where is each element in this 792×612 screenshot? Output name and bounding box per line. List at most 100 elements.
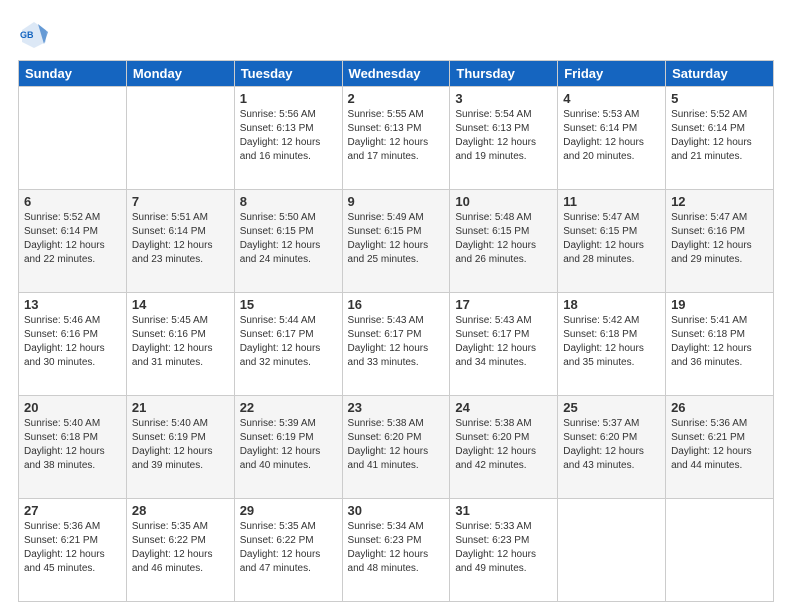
day-info: Sunrise: 5:38 AM Sunset: 6:20 PM Dayligh… — [455, 417, 552, 473]
day-number: 11 — [563, 194, 660, 209]
day-number: 25 — [563, 400, 660, 415]
day-number: 5 — [671, 91, 768, 106]
calendar-week-4: 20Sunrise: 5:40 AM Sunset: 6:18 PM Dayli… — [19, 396, 774, 499]
logo: GB — [18, 18, 54, 50]
calendar-cell: 27 Sunrise: 5:36 AM Sunset: 6:21 PM Dayli… — [19, 499, 127, 602]
day-number: 14 — [132, 297, 229, 312]
day-number: 16 — [348, 297, 445, 312]
day-info: Sunrise: 5:36 AM Sunset: 6:21 PM Dayligh… — [24, 520, 121, 576]
day-info: Sunrise: 5:47 AM Sunset: 6:16 PM Dayligh… — [671, 211, 768, 267]
calendar-cell: 24 Sunrise: 5:38 AM Sunset: 6:20 PM Dayli… — [450, 396, 558, 499]
day-number: 8 — [240, 194, 337, 209]
day-number: 1 — [240, 91, 337, 106]
calendar-cell: 28 Sunrise: 5:35 AM Sunset: 6:22 PM Dayli… — [126, 499, 234, 602]
day-number: 23 — [348, 400, 445, 415]
weekday-header-thursday: Thursday — [450, 61, 558, 87]
weekday-header-saturday: Saturday — [666, 61, 774, 87]
day-number: 7 — [132, 194, 229, 209]
day-info: Sunrise: 5:44 AM Sunset: 6:17 PM Dayligh… — [240, 314, 337, 370]
day-number: 10 — [455, 194, 552, 209]
day-number: 4 — [563, 91, 660, 106]
weekday-header-wednesday: Wednesday — [342, 61, 450, 87]
day-number: 2 — [348, 91, 445, 106]
calendar-cell: 16 Sunrise: 5:43 AM Sunset: 6:17 PM Dayli… — [342, 293, 450, 396]
day-number: 24 — [455, 400, 552, 415]
calendar-cell: 26 Sunrise: 5:36 AM Sunset: 6:21 PM Dayli… — [666, 396, 774, 499]
calendar-cell: 23 Sunrise: 5:38 AM Sunset: 6:20 PM Dayli… — [342, 396, 450, 499]
day-info: Sunrise: 5:43 AM Sunset: 6:17 PM Dayligh… — [348, 314, 445, 370]
calendar-cell — [558, 499, 666, 602]
logo-icon: GB — [18, 18, 50, 50]
calendar-cell: 10 Sunrise: 5:48 AM Sunset: 6:15 PM Dayli… — [450, 190, 558, 293]
day-number: 9 — [348, 194, 445, 209]
day-info: Sunrise: 5:45 AM Sunset: 6:16 PM Dayligh… — [132, 314, 229, 370]
day-number: 29 — [240, 503, 337, 518]
day-info: Sunrise: 5:41 AM Sunset: 6:18 PM Dayligh… — [671, 314, 768, 370]
day-info: Sunrise: 5:35 AM Sunset: 6:22 PM Dayligh… — [240, 520, 337, 576]
calendar-cell: 12 Sunrise: 5:47 AM Sunset: 6:16 PM Dayli… — [666, 190, 774, 293]
page: GB SundayMondayTuesdayWednesdayThursdayF… — [0, 0, 792, 612]
calendar-week-1: 1 Sunrise: 5:56 AM Sunset: 6:13 PM Daylig… — [19, 87, 774, 190]
day-number: 27 — [24, 503, 121, 518]
day-info: Sunrise: 5:38 AM Sunset: 6:20 PM Dayligh… — [348, 417, 445, 473]
day-number: 28 — [132, 503, 229, 518]
calendar-cell: 17 Sunrise: 5:43 AM Sunset: 6:17 PM Dayli… — [450, 293, 558, 396]
calendar-cell: 14 Sunrise: 5:45 AM Sunset: 6:16 PM Dayli… — [126, 293, 234, 396]
day-number: 3 — [455, 91, 552, 106]
day-info: Sunrise: 5:37 AM Sunset: 6:20 PM Dayligh… — [563, 417, 660, 473]
calendar-week-2: 6Sunrise: 5:52 AM Sunset: 6:14 PM Daylig… — [19, 190, 774, 293]
calendar-cell: 4Sunrise: 5:53 AM Sunset: 6:14 PM Daylig… — [558, 87, 666, 190]
calendar-cell — [126, 87, 234, 190]
day-info: Sunrise: 5:49 AM Sunset: 6:15 PM Dayligh… — [348, 211, 445, 267]
calendar-cell: 2 Sunrise: 5:55 AM Sunset: 6:13 PM Daylig… — [342, 87, 450, 190]
calendar-week-5: 27 Sunrise: 5:36 AM Sunset: 6:21 PM Dayli… — [19, 499, 774, 602]
calendar-cell: 15 Sunrise: 5:44 AM Sunset: 6:17 PM Dayli… — [234, 293, 342, 396]
calendar-cell: 22Sunrise: 5:39 AM Sunset: 6:19 PM Dayli… — [234, 396, 342, 499]
day-info: Sunrise: 5:55 AM Sunset: 6:13 PM Dayligh… — [348, 108, 445, 164]
calendar-cell: 6Sunrise: 5:52 AM Sunset: 6:14 PM Daylig… — [19, 190, 127, 293]
calendar-cell: 3 Sunrise: 5:54 AM Sunset: 6:13 PM Daylig… — [450, 87, 558, 190]
weekday-header-row: SundayMondayTuesdayWednesdayThursdayFrid… — [19, 61, 774, 87]
calendar-cell: 29 Sunrise: 5:35 AM Sunset: 6:22 PM Dayli… — [234, 499, 342, 602]
calendar-cell — [19, 87, 127, 190]
calendar-cell: 19 Sunrise: 5:41 AM Sunset: 6:18 PM Dayli… — [666, 293, 774, 396]
calendar-week-3: 13Sunrise: 5:46 AM Sunset: 6:16 PM Dayli… — [19, 293, 774, 396]
day-number: 15 — [240, 297, 337, 312]
day-info: Sunrise: 5:48 AM Sunset: 6:15 PM Dayligh… — [455, 211, 552, 267]
calendar-cell: 5 Sunrise: 5:52 AM Sunset: 6:14 PM Daylig… — [666, 87, 774, 190]
calendar-cell: 13Sunrise: 5:46 AM Sunset: 6:16 PM Dayli… — [19, 293, 127, 396]
weekday-header-tuesday: Tuesday — [234, 61, 342, 87]
calendar-cell — [666, 499, 774, 602]
calendar-cell: 31Sunrise: 5:33 AM Sunset: 6:23 PM Dayli… — [450, 499, 558, 602]
calendar-cell: 21Sunrise: 5:40 AM Sunset: 6:19 PM Dayli… — [126, 396, 234, 499]
header: GB — [18, 18, 774, 50]
day-info: Sunrise: 5:42 AM Sunset: 6:18 PM Dayligh… — [563, 314, 660, 370]
day-number: 26 — [671, 400, 768, 415]
calendar-cell: 25 Sunrise: 5:37 AM Sunset: 6:20 PM Dayli… — [558, 396, 666, 499]
day-number: 31 — [455, 503, 552, 518]
day-info: Sunrise: 5:43 AM Sunset: 6:17 PM Dayligh… — [455, 314, 552, 370]
weekday-header-friday: Friday — [558, 61, 666, 87]
day-info: Sunrise: 5:47 AM Sunset: 6:15 PM Dayligh… — [563, 211, 660, 267]
day-number: 13 — [24, 297, 121, 312]
calendar-cell: 1 Sunrise: 5:56 AM Sunset: 6:13 PM Daylig… — [234, 87, 342, 190]
svg-text:GB: GB — [20, 30, 34, 40]
weekday-header-monday: Monday — [126, 61, 234, 87]
day-number: 22 — [240, 400, 337, 415]
calendar-table: SundayMondayTuesdayWednesdayThursdayFrid… — [18, 60, 774, 602]
day-info: Sunrise: 5:36 AM Sunset: 6:21 PM Dayligh… — [671, 417, 768, 473]
day-info: Sunrise: 5:35 AM Sunset: 6:22 PM Dayligh… — [132, 520, 229, 576]
day-number: 17 — [455, 297, 552, 312]
day-number: 30 — [348, 503, 445, 518]
calendar-cell: 7 Sunrise: 5:51 AM Sunset: 6:14 PM Daylig… — [126, 190, 234, 293]
day-number: 19 — [671, 297, 768, 312]
calendar-cell: 8Sunrise: 5:50 AM Sunset: 6:15 PM Daylig… — [234, 190, 342, 293]
day-info: Sunrise: 5:51 AM Sunset: 6:14 PM Dayligh… — [132, 211, 229, 267]
calendar-cell: 20Sunrise: 5:40 AM Sunset: 6:18 PM Dayli… — [19, 396, 127, 499]
day-info: Sunrise: 5:56 AM Sunset: 6:13 PM Dayligh… — [240, 108, 337, 164]
day-number: 12 — [671, 194, 768, 209]
day-info: Sunrise: 5:54 AM Sunset: 6:13 PM Dayligh… — [455, 108, 552, 164]
calendar-cell: 9 Sunrise: 5:49 AM Sunset: 6:15 PM Daylig… — [342, 190, 450, 293]
day-info: Sunrise: 5:40 AM Sunset: 6:18 PM Dayligh… — [24, 417, 121, 473]
day-info: Sunrise: 5:52 AM Sunset: 6:14 PM Dayligh… — [671, 108, 768, 164]
